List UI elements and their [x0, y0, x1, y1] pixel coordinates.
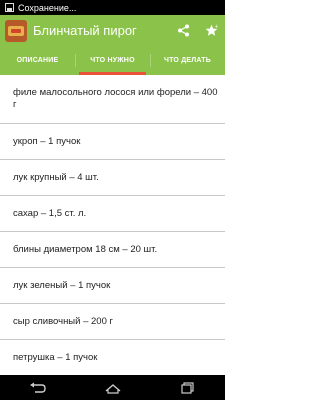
back-button[interactable]	[18, 375, 58, 400]
list-item: лук крупный – 4 шт.	[0, 160, 225, 196]
tab-label: ОПИСАНИЕ	[16, 57, 59, 64]
image-icon	[5, 3, 14, 12]
list-item: блины диаметром 18 см – 20 шт.	[0, 232, 225, 268]
home-button[interactable]	[93, 375, 133, 400]
share-button[interactable]	[169, 15, 197, 46]
status-text: Сохранение...	[18, 2, 77, 13]
favorite-star-icon: +	[205, 24, 218, 36]
list-item: лук зеленый – 1 пучок	[0, 268, 225, 304]
recipe-thumbnail-icon[interactable]	[5, 19, 27, 42]
list-item: сыр сливочный – 200 г	[0, 304, 225, 340]
page-title: Блинчатый пирог	[33, 23, 137, 38]
home-icon	[105, 383, 120, 394]
back-icon	[29, 382, 46, 393]
recent-apps-button[interactable]	[168, 375, 208, 400]
ingredients-list: филе малосольного лосося или форели – 40…	[0, 75, 225, 375]
recent-apps-icon	[180, 381, 194, 394]
tab-description[interactable]: ОПИСАНИЕ	[0, 46, 75, 75]
tab-bar: ОПИСАНИЕ ЧТО НУЖНО ЧТО ДЕЛАТЬ	[0, 46, 225, 75]
tab-divider	[150, 54, 151, 67]
action-bar: Блинчатый пирог +	[0, 15, 225, 46]
tab-divider	[75, 54, 76, 67]
status-bar: Сохранение...	[0, 0, 225, 15]
navigation-bar	[0, 375, 225, 400]
tab-directions[interactable]: ЧТО ДЕЛАТЬ	[150, 46, 225, 75]
favorite-button[interactable]: +	[197, 15, 225, 46]
tab-label: ЧТО НУЖНО	[90, 57, 135, 64]
ingredients-panel[interactable]: филе малосольного лосося или форели – 40…	[0, 75, 225, 375]
list-item: филе малосольного лосося или форели – 40…	[0, 75, 225, 124]
list-item: петрушка – 1 пучок	[0, 340, 225, 375]
share-icon	[177, 24, 189, 37]
tab-label: ЧТО ДЕЛАТЬ	[164, 57, 211, 64]
list-item: сахар – 1,5 ст. л.	[0, 196, 225, 232]
tab-ingredients[interactable]: ЧТО НУЖНО	[75, 46, 150, 75]
svg-text:+: +	[214, 24, 217, 30]
list-item: укроп – 1 пучок	[0, 124, 225, 160]
